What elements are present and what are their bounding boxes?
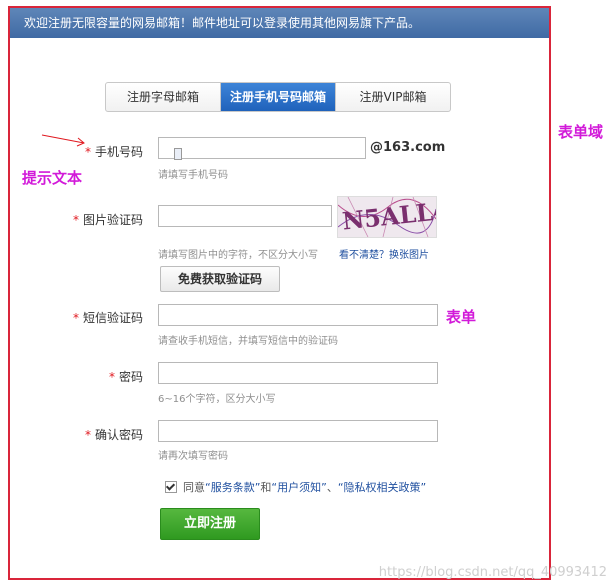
password-hint: 6~16个字符，区分大小写	[158, 394, 276, 405]
agree-checkbox[interactable]	[165, 481, 177, 493]
user-notice-link[interactable]: “用户须知”	[271, 479, 326, 495]
phone-hint: 请填写手机号码	[158, 170, 228, 181]
password-label: * 密码	[23, 368, 143, 385]
register-tabs: 注册字母邮箱 注册手机号码邮箱 注册VIP邮箱	[105, 82, 451, 112]
required-star: *	[84, 428, 91, 442]
required-star: *	[72, 213, 79, 227]
confirm-label-text: 确认密码	[94, 428, 143, 442]
agree-and: 和	[260, 481, 272, 494]
form-domain-frame: 欢迎注册无限容量的网易邮箱！邮件地址可以登录使用其他网易旗下产品。 注册字母邮箱…	[8, 6, 551, 580]
sms-label: * 短信验证码	[23, 309, 143, 326]
captcha-hint: 请填写图片中的字符，不区分大小写	[158, 250, 318, 261]
captcha-image[interactable]: N5ALL4	[337, 196, 437, 238]
annotation-arrow-icon	[41, 134, 85, 147]
watermark: https://blog.csdn.net/qq_40993412	[378, 565, 607, 580]
tab-letter-mailbox[interactable]: 注册字母邮箱	[106, 83, 221, 111]
annotation-form: 表单	[446, 308, 477, 326]
refresh-captcha-link[interactable]: 看不清楚？换张图片	[339, 246, 429, 261]
terms-link[interactable]: “服务条款”	[205, 479, 260, 495]
agree-separator: 、	[326, 481, 338, 494]
phone-input[interactable]	[158, 137, 366, 159]
phone-label-text: 手机号码	[94, 145, 143, 159]
captcha-text: N5ALL4	[341, 197, 436, 236]
privacy-policy-link[interactable]: “隐私权相关政策”	[338, 479, 426, 495]
confirm-password-input[interactable]	[158, 420, 438, 442]
agreement-row: 同意 “服务条款” 和 “用户须知”、 “隐私权相关政策”	[165, 479, 426, 495]
confirm-password-label: * 确认密码	[23, 426, 143, 443]
sms-code-input[interactable]	[158, 304, 438, 326]
get-sms-code-button[interactable]: 免费获取验证码	[160, 266, 280, 292]
captcha-input[interactable]	[158, 205, 332, 227]
confirm-hint: 请再次填写密码	[158, 451, 228, 462]
captcha-label-text: 图片验证码	[82, 213, 143, 227]
annotation-hint-text: 提示文本	[22, 169, 83, 187]
mail-domain-suffix: @163.com	[370, 140, 446, 155]
agree-prefix: 同意	[183, 481, 205, 494]
password-label-text: 密码	[118, 370, 143, 384]
required-star: *	[72, 311, 79, 325]
password-input[interactable]	[158, 362, 438, 384]
register-button[interactable]: 立即注册	[160, 508, 260, 540]
welcome-banner: 欢迎注册无限容量的网易邮箱！邮件地址可以登录使用其他网易旗下产品。	[10, 8, 549, 38]
captcha-label: * 图片验证码	[23, 211, 143, 228]
annotation-form-domain: 表单域	[558, 123, 604, 141]
tab-vip-mailbox[interactable]: 注册VIP邮箱	[336, 83, 450, 111]
sms-label-text: 短信验证码	[82, 311, 143, 325]
input-cursor-icon	[174, 148, 182, 160]
required-star: *	[108, 370, 115, 384]
sms-hint: 请查收手机短信，并填写短信中的验证码	[158, 336, 338, 347]
tab-phone-mailbox[interactable]: 注册手机号码邮箱	[221, 83, 336, 111]
